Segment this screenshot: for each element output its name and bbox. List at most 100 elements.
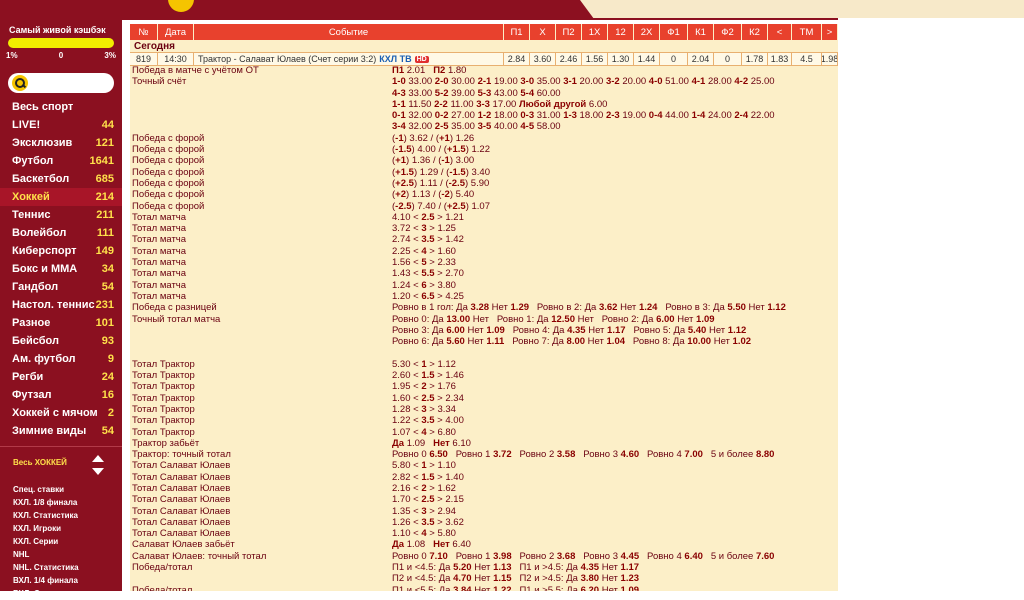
market-odds[interactable]: 1.20 < 6.5 > 4.25: [392, 291, 464, 302]
market-odds[interactable]: Ровно 0 6.50 Ровно 1 3.72 Ровно 2 3.58 Р…: [392, 449, 774, 460]
market-odds[interactable]: П1 и <5.5: Да 3.84 Нет 1.22 П1 и >5.5: Д…: [392, 585, 639, 591]
market-odds[interactable]: 1.95 < 2 > 1.76: [392, 381, 456, 392]
market-odds[interactable]: 1.26 < 3.5 > 3.62: [392, 517, 464, 528]
market-odds[interactable]: 1.35 < 3 > 2.94: [392, 506, 456, 517]
odds-cell[interactable]: 1.83: [768, 53, 792, 65]
sidebar-item-sport[interactable]: Футбол 1641: [0, 152, 122, 170]
event-name[interactable]: Трактор - Салават Юлаев (Счет серии 3:2): [198, 54, 376, 64]
market-odds[interactable]: (-2.5) 7.40 / (+2.5) 1.07: [392, 201, 490, 212]
sub-menu-item[interactable]: NHL: [13, 548, 79, 561]
sidebar-item-sport[interactable]: Волейбол 111: [0, 224, 122, 242]
sidebar-item-sport[interactable]: Баскетбол 685: [0, 170, 122, 188]
market-odds[interactable]: (+2) 1.13 / (-2) 5.40: [392, 189, 474, 200]
market-odds[interactable]: Ровно 0: Да 13.00 Нет Ровно 1: Да 12.50 …: [392, 314, 715, 325]
market-odds[interactable]: 5.80 < 1 > 1.10: [392, 460, 456, 471]
odds-cell[interactable]: 1.30: [608, 53, 634, 65]
sidebar-item-sport[interactable]: Зимние виды 54: [0, 422, 122, 440]
market-odds[interactable]: 1.24 < 6 > 3.80: [392, 280, 456, 291]
sidebar-item-sport[interactable]: Хоккей с мячом 2: [0, 404, 122, 422]
market-odds[interactable]: 1.70 < 2.5 > 2.15: [392, 494, 464, 505]
column-header[interactable]: 1Х: [582, 24, 608, 40]
market-odds[interactable]: 1.10 < 4 > 5.80: [392, 528, 456, 539]
sidebar-item-sport[interactable]: Ам. футбол 9: [0, 350, 122, 368]
sidebar-item-sport[interactable]: Разное 101: [0, 314, 122, 332]
market-odds[interactable]: 4.10 < 2.5 > 1.21: [392, 212, 464, 223]
sub-menu-item[interactable]: Спец. ставки: [13, 483, 79, 496]
search-box[interactable]: [8, 73, 114, 93]
market-odds[interactable]: Да 1.09 Нет 6.10: [392, 438, 471, 449]
odds-cell[interactable]: 4.5: [792, 53, 822, 65]
column-header[interactable]: Х: [530, 24, 556, 40]
column-header[interactable]: Событие: [194, 24, 504, 40]
market-odds[interactable]: 2.82 < 1.5 > 1.40: [392, 472, 464, 483]
column-header[interactable]: ТМ: [792, 24, 822, 40]
market-odds[interactable]: 1.56 < 5 > 2.33: [392, 257, 456, 268]
arrow-down-icon[interactable]: [92, 468, 104, 475]
market-odds[interactable]: (+1.5) 1.29 / (-1.5) 3.40: [392, 167, 490, 178]
cashback-widget[interactable]: Самый живой кэшбэк 1% 0 3%: [0, 20, 122, 66]
market-odds[interactable]: 1.07 < 4 > 6.80: [392, 427, 456, 438]
event-row[interactable]: 819 14:30 Трактор - Салават Юлаев (Счет се…: [130, 52, 838, 66]
market-odds[interactable]: (+2.5) 1.11 / (-2.5) 5.90: [392, 178, 489, 189]
column-header[interactable]: 2Х: [634, 24, 660, 40]
hd-badge[interactable]: HD: [414, 55, 429, 63]
sub-menu-item[interactable]: КХЛ. Статистика: [13, 509, 79, 522]
market-odds[interactable]: (-1) 3.62 / (+1) 1.26: [392, 133, 474, 144]
column-header[interactable]: №: [130, 24, 158, 40]
market-odds[interactable]: 1.28 < 3 > 3.34: [392, 404, 456, 415]
sidebar-item-sport[interactable]: Теннис 211: [0, 206, 122, 224]
market-odds[interactable]: 1.43 < 5.5 > 2.70: [392, 268, 464, 279]
sidebar-item-sport[interactable]: Бокс и ММА 34: [0, 260, 122, 278]
search-input[interactable]: [32, 75, 112, 91]
odds-cell[interactable]: 0: [714, 53, 742, 65]
market-odds[interactable]: 2.74 < 3.5 > 1.42: [392, 234, 464, 245]
column-header[interactable]: К2: [742, 24, 768, 40]
market-odds[interactable]: 1.60 < 2.5 > 2.34: [392, 393, 464, 404]
sidebar-item-sport[interactable]: Хоккей 214: [0, 188, 122, 206]
odds-cell[interactable]: 0: [660, 53, 688, 65]
column-header[interactable]: >: [822, 24, 838, 40]
market-odds[interactable]: 3-4 32.00 2-5 35.00 3-5 40.00 4-5 58.00: [392, 121, 561, 132]
market-odds[interactable]: 2.16 < 2 > 1.62: [392, 483, 456, 494]
sub-menu-title[interactable]: Весь ХОККЕЙ: [13, 458, 67, 467]
column-header[interactable]: 12: [608, 24, 634, 40]
event-name-cell[interactable]: Трактор - Салават Юлаев (Счет серии 3:2)…: [194, 53, 504, 65]
sub-menu-item[interactable]: КХЛ. Игроки: [13, 522, 79, 535]
market-odds[interactable]: 4-3 33.00 5-2 39.00 5-3 43.00 5-4 60.00: [392, 88, 561, 99]
khl-tv-icon[interactable]: КХЛ ТВ: [379, 54, 411, 64]
sidebar-item-sport[interactable]: Настол. теннис 231: [0, 296, 122, 314]
market-odds[interactable]: 1.22 < 3.5 > 4.00: [392, 415, 464, 426]
market-odds[interactable]: 5.30 < 1 > 1.12: [392, 359, 456, 370]
market-odds[interactable]: 1-0 33.00 2-0 30.00 2-1 19.00 3-0 35.00 …: [392, 76, 775, 87]
column-header[interactable]: <: [768, 24, 792, 40]
search-icon[interactable]: [12, 75, 28, 91]
market-odds[interactable]: Ровно 6: Да 5.60 Нет 1.11 Ровно 7: Да 8.…: [392, 336, 751, 347]
odds-cell[interactable]: 1.56: [582, 53, 608, 65]
sidebar-item-sport[interactable]: Весь спорт: [0, 98, 122, 116]
odds-cell[interactable]: 1.44: [634, 53, 660, 65]
market-odds[interactable]: П2 и <4.5: Да 4.70 Нет 1.15 П2 и >4.5: Д…: [392, 573, 639, 584]
market-odds[interactable]: 2.25 < 4 > 1.60: [392, 246, 456, 257]
column-header[interactable]: Ф2: [714, 24, 742, 40]
event-time[interactable]: 14:30: [158, 53, 194, 65]
odds-cell[interactable]: 2.04: [688, 53, 714, 65]
event-number[interactable]: 819: [130, 53, 158, 65]
market-odds[interactable]: 3.72 < 3 > 1.25: [392, 223, 456, 234]
sub-menu-item[interactable]: ВХЛ. 1/4 финала: [13, 574, 79, 587]
market-odds[interactable]: Ровно 0 7.10 Ровно 1 3.98 Ровно 2 3.68 Р…: [392, 551, 774, 562]
column-header[interactable]: Ф1: [660, 24, 688, 40]
market-odds[interactable]: (+1) 1.36 / (-1) 3.00: [392, 155, 474, 166]
sub-menu-item[interactable]: ВХЛ. Серии: [13, 587, 79, 600]
odds-cell[interactable]: 3.60: [530, 53, 556, 65]
sidebar-item-sport[interactable]: Гандбол 54: [0, 278, 122, 296]
market-odds[interactable]: Ровно 3: Да 6.00 Нет 1.09 Ровно 4: Да 4.…: [392, 325, 746, 336]
odds-cell[interactable]: 2.46: [556, 53, 582, 65]
market-odds[interactable]: 1-1 11.50 2-2 11.00 3-3 17.00 Любой друг…: [392, 99, 607, 110]
sub-menu-item[interactable]: NHL. Статистика: [13, 561, 79, 574]
sidebar-item-sport[interactable]: Регби 24: [0, 368, 122, 386]
market-odds[interactable]: 2.60 < 1.5 > 1.46: [392, 370, 464, 381]
odds-cell[interactable]: 1.98: [822, 53, 838, 65]
sidebar-item-sport[interactable]: Эксклюзив 121: [0, 134, 122, 152]
column-header[interactable]: Дата: [158, 24, 194, 40]
market-odds[interactable]: Ровно в 1 гол: Да 3.28 Нет 1.29 Ровно в …: [392, 302, 786, 313]
